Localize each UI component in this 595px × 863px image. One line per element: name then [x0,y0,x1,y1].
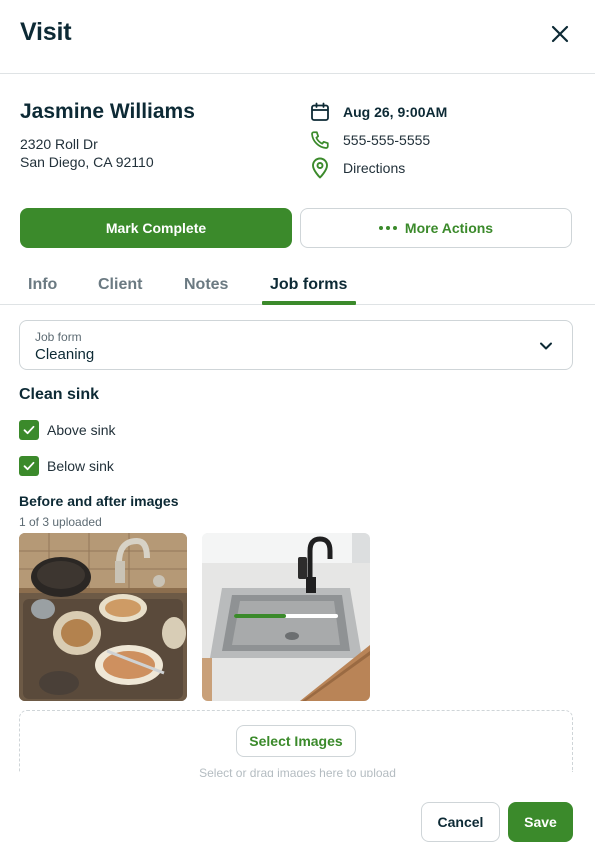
checkbox-checked-icon[interactable] [19,456,39,476]
more-actions-button[interactable]: More Actions [300,208,572,248]
visit-datetime: Aug 26, 9:00AM [308,100,447,124]
dirty-sink-image [19,533,187,701]
close-button[interactable] [546,20,574,48]
tab-info[interactable]: Info [28,276,57,294]
image-thumbnail-after[interactable] [202,533,370,701]
tab-bar: Info Client Notes Job forms [0,268,595,305]
active-tab-indicator [262,301,356,305]
visit-datetime-text: Aug 26, 9:00AM [343,104,448,120]
directions-link[interactable]: Directions [308,156,405,180]
map-pin-icon [308,156,332,180]
save-button[interactable]: Save [508,802,573,842]
tab-notes[interactable]: Notes [184,276,228,294]
modal-title: Visit [20,18,72,46]
phone-icon [308,128,332,152]
section-title: Clean sink [19,386,100,403]
job-form-select[interactable]: Job form Cleaning [19,320,573,370]
client-name: Jasmine Williams [20,100,195,123]
address-line-1: 2320 Roll Dr [20,136,98,152]
cancel-button[interactable]: Cancel [421,802,500,842]
dropzone-hint: Select or drag images here to upload [199,766,396,777]
select-images-button[interactable]: Select Images [236,725,356,757]
checkbox-checked-icon[interactable] [19,420,39,440]
phone-number: 555-555-5555 [343,132,431,148]
images-title: Before and after images [19,493,179,509]
more-dots-icon [378,226,397,230]
checkbox-above-sink[interactable]: Above sink [19,420,115,440]
clean-sink-image [202,533,370,701]
directions-text: Directions [343,160,406,176]
phone-link[interactable]: 555-555-5555 [308,128,430,152]
tab-client[interactable]: Client [98,276,142,294]
tab-job-forms[interactable]: Job forms [270,276,347,294]
chevron-down-icon [540,342,552,350]
checkbox-label: Above sink [47,422,116,438]
upload-progress-fill [234,614,286,618]
more-actions-label: More Actions [404,220,494,236]
job-form-value: Cleaning [35,346,95,363]
checkbox-label: Below sink [47,458,114,474]
image-thumbnail-before[interactable] [19,533,187,701]
address-line-2: San Diego, CA 92110 [20,154,154,170]
mark-complete-button[interactable]: Mark Complete [20,208,292,248]
checkbox-below-sink[interactable]: Below sink [19,456,114,476]
calendar-icon [308,100,332,124]
close-icon [551,25,569,43]
job-form-label: Job form [35,330,82,344]
images-upload-count: 1 of 3 uploaded [19,515,102,529]
modal-header: Visit [0,0,595,74]
